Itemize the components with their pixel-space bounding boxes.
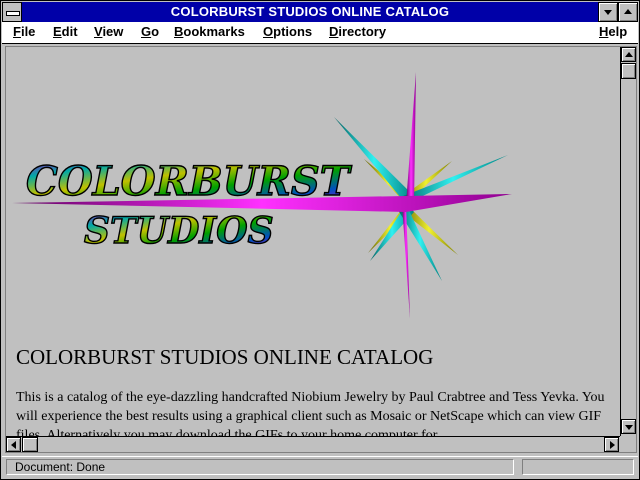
horizontal-scrollbar[interactable] [6, 436, 620, 452]
menu-bar: File Edit View Go Bookmarks Options Dire… [2, 22, 638, 44]
menu-edit-accel: E [53, 24, 62, 39]
status-bar: Document: Done [2, 456, 638, 479]
scroll-left-button[interactable] [6, 437, 21, 452]
menu-go-accel: G [141, 24, 152, 39]
scroll-up-button[interactable] [621, 47, 636, 62]
document-frame: COLORBURST STUDIOS COLORBURST STUDIOS ON… [5, 46, 637, 453]
menu-bookmarks[interactable]: Bookmarks [174, 24, 245, 39]
window-title: COLORBURST STUDIOS ONLINE CATALOG [170, 4, 450, 19]
menu-bookmarks-accel: B [174, 24, 184, 39]
menu-help-accel: H [599, 24, 609, 39]
logo-graphic: COLORBURST STUDIOS [12, 72, 512, 319]
menu-help-label: elp [608, 24, 628, 39]
vertical-scrollbar[interactable] [620, 47, 636, 436]
page-heading: COLORBURST STUDIOS ONLINE CATALOG [16, 345, 434, 369]
menu-edit[interactable]: Edit [53, 24, 78, 39]
maximize-button[interactable] [618, 2, 638, 22]
scroll-right-button[interactable] [604, 437, 619, 452]
maximize-icon [624, 9, 632, 14]
menu-options[interactable]: Options [263, 24, 312, 39]
system-menu-icon [6, 11, 20, 16]
menu-go-label: o [151, 24, 160, 39]
browser-window: COLORBURST STUDIOS ONLINE CATALOG File E… [0, 0, 640, 480]
menu-directory-accel: D [329, 24, 339, 39]
document-view[interactable]: COLORBURST STUDIOS COLORBURST STUDIOS ON… [6, 47, 620, 436]
right-arrow-icon [610, 441, 615, 449]
progress-indicator [522, 459, 634, 475]
minimize-icon [604, 10, 612, 15]
left-arrow-icon [11, 441, 16, 449]
menu-directory-label: irectory [338, 24, 387, 39]
minimize-button[interactable] [598, 2, 618, 22]
intro-paragraph: This is a catalog of the eye-dazzling ha… [16, 390, 605, 436]
menu-file-label: ile [20, 24, 36, 39]
logo-line2: STUDIOS [84, 210, 274, 252]
down-arrow-icon [625, 425, 633, 430]
vertical-scroll-thumb[interactable] [621, 63, 636, 79]
scrollbar-corner [620, 436, 636, 452]
menu-options-label: ptions [273, 24, 313, 39]
menu-file-accel: F [13, 24, 21, 39]
menu-bookmarks-label: ookmarks [183, 24, 245, 39]
title-bar[interactable]: COLORBURST STUDIOS ONLINE CATALOG [2, 2, 638, 22]
menu-file[interactable]: File [13, 24, 35, 39]
logo-line1: COLORBURST [26, 158, 353, 205]
menu-go[interactable]: Go [141, 24, 159, 39]
up-arrow-icon [625, 52, 633, 57]
horizontal-scroll-thumb[interactable] [22, 437, 38, 452]
scroll-down-button[interactable] [621, 419, 636, 434]
menu-view[interactable]: View [94, 24, 123, 39]
system-menu-button[interactable] [2, 2, 22, 22]
colorburst-logo: COLORBURST STUDIOS [12, 67, 532, 327]
menu-view-label: iew [102, 24, 124, 39]
menu-help[interactable]: Help [599, 24, 627, 39]
status-text: Document: Done [6, 459, 514, 475]
menu-options-accel: O [263, 24, 274, 39]
menu-edit-label: dit [61, 24, 78, 39]
menu-directory[interactable]: Directory [329, 24, 386, 39]
